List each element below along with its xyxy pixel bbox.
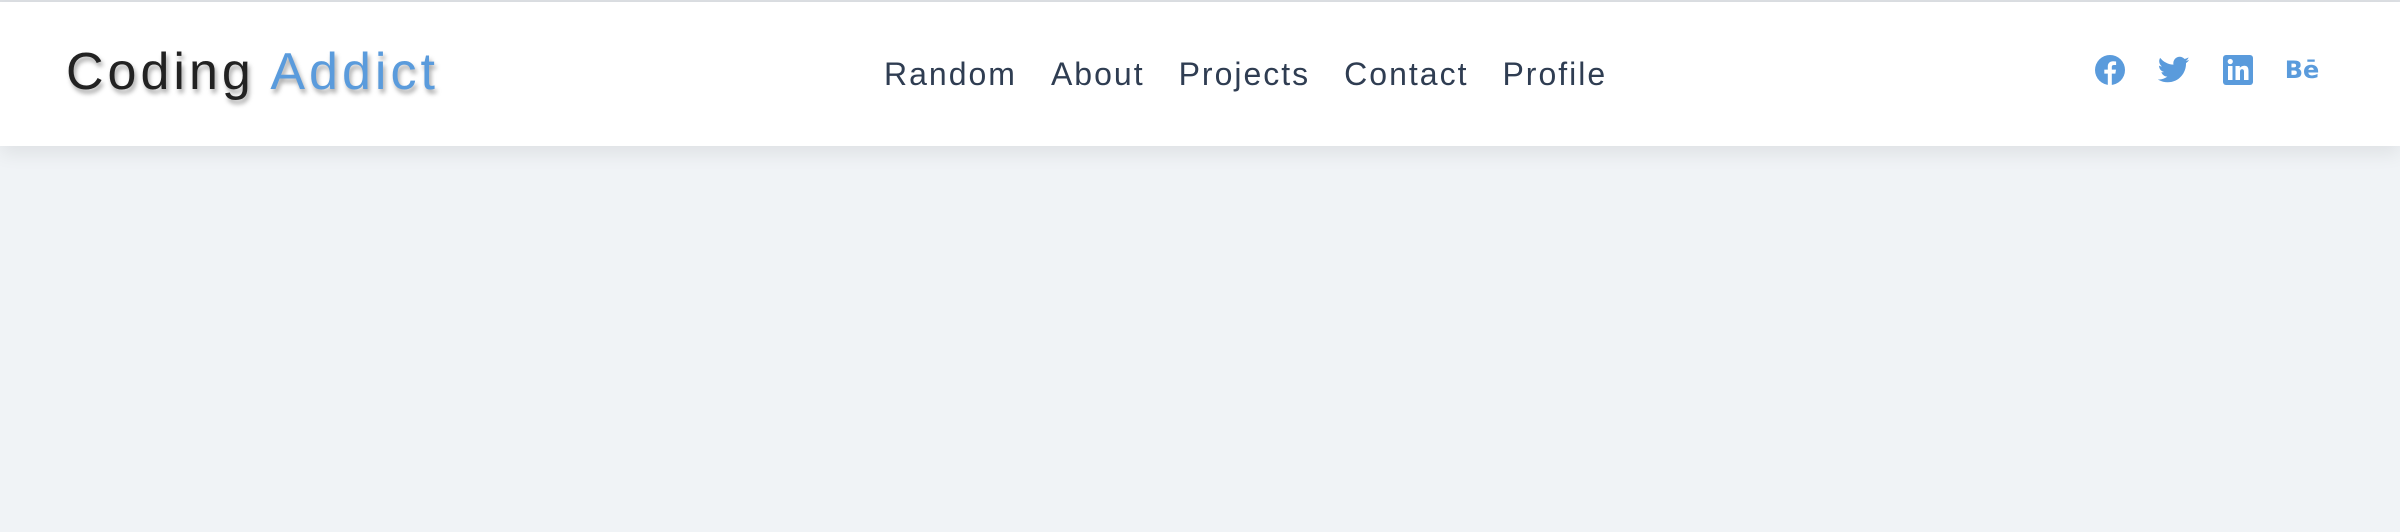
navbar: Coding Addict Random About Projects Cont…: [0, 2, 2400, 146]
twitter-icon[interactable]: [2158, 54, 2190, 86]
main-nav: Random About Projects Contact Profile: [884, 54, 1607, 94]
site-logo[interactable]: Coding Addict: [66, 40, 439, 104]
nav-link-random[interactable]: Random: [884, 54, 1017, 94]
nav-link-profile[interactable]: Profile: [1502, 54, 1607, 94]
facebook-icon[interactable]: [2094, 54, 2126, 86]
nav-link-projects[interactable]: Projects: [1179, 54, 1311, 94]
social-links: Bē: [2094, 54, 2320, 86]
behance-icon[interactable]: Bē: [2285, 54, 2320, 86]
nav-link-about[interactable]: About: [1051, 54, 1145, 94]
logo-text-primary: Coding: [66, 43, 255, 101]
logo-text-accent: Addict: [270, 43, 439, 101]
linkedin-icon[interactable]: [2222, 54, 2254, 86]
nav-link-contact[interactable]: Contact: [1344, 54, 1468, 94]
